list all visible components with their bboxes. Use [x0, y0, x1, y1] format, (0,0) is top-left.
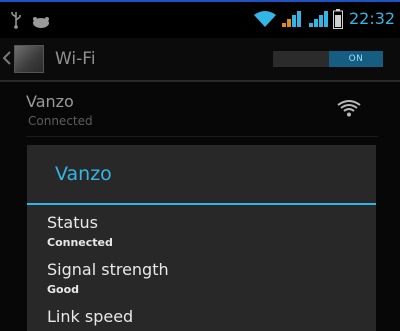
page-title: Wi-Fi — [55, 49, 96, 69]
signal-strength-value: Good — [47, 283, 80, 296]
wifi-status-icon — [253, 10, 277, 28]
dialog-title-divider — [27, 203, 376, 205]
back-caret-icon[interactable] — [2, 50, 11, 65]
wifi-toggle-on-label: ON — [329, 51, 383, 67]
wifi-toggle[interactable]: ON — [273, 51, 383, 67]
list-divider — [26, 136, 378, 137]
action-bar: Wi-Fi ON — [0, 38, 400, 82]
status-bar: 22:32 — [0, 2, 400, 38]
usb-icon — [10, 11, 22, 29]
network-details-dialog: Vanzo Status Connected Signal strength G… — [27, 145, 376, 331]
signal-strength-2-icon — [308, 10, 330, 28]
status-label: Status — [47, 213, 98, 232]
battery-icon — [333, 9, 343, 29]
link-speed-label: Link speed — [47, 307, 134, 326]
signal-strength-icon — [281, 10, 303, 28]
signal-strength-label: Signal strength — [47, 260, 169, 279]
wifi-signal-icon — [337, 99, 361, 117]
debug-icon — [30, 14, 52, 28]
dialog-title: Vanzo — [55, 163, 112, 185]
network-status: Connected — [28, 114, 93, 128]
settings-app-icon[interactable] — [14, 45, 44, 73]
status-value: Connected — [47, 236, 113, 249]
network-name[interactable]: Vanzo — [26, 92, 74, 111]
clock-time: 22:32 — [349, 9, 396, 28]
